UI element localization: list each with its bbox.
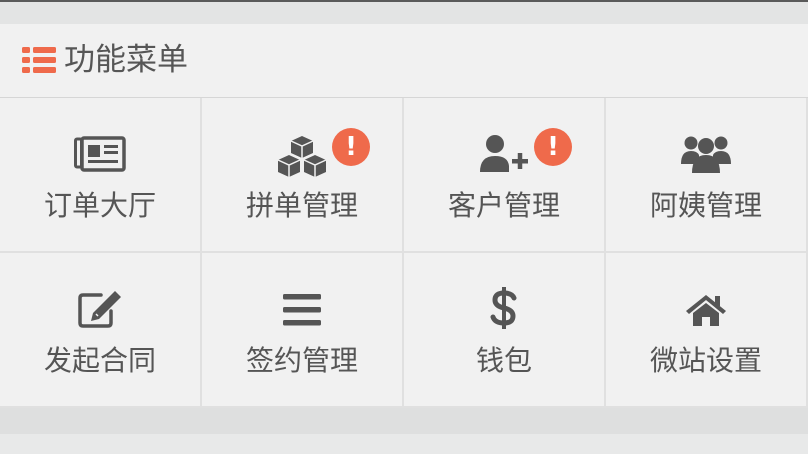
newspaper-icon xyxy=(74,136,126,172)
alert-badge: ! xyxy=(534,128,572,166)
list-icon xyxy=(22,47,56,73)
function-menu-header: 功能菜单 xyxy=(0,24,808,98)
bars-icon xyxy=(283,294,321,326)
menu-item-label: 客户管理 xyxy=(447,189,560,222)
home-icon xyxy=(686,295,726,326)
menu-item-signing-management[interactable]: 签约管理 xyxy=(202,253,404,408)
menu-item-customer-management[interactable]: ! 客户管理 xyxy=(404,98,606,253)
menu-item-microsite-settings[interactable]: 微站设置 xyxy=(606,253,808,408)
menu-item-label: 订单大厅 xyxy=(43,189,156,222)
user-plus-icon xyxy=(480,135,528,172)
menu-item-order-hall[interactable]: 订单大厅 xyxy=(0,98,202,253)
edit-icon xyxy=(78,291,121,328)
menu-item-wallet[interactable]: 钱包 xyxy=(404,253,606,408)
menu-item-nanny-management[interactable]: 阿姨管理 xyxy=(606,98,808,253)
menu-item-label: 钱包 xyxy=(475,344,532,377)
users-icon xyxy=(681,136,731,173)
menu-item-initiate-contract[interactable]: 发起合同 xyxy=(0,253,202,408)
menu-item-label: 阿姨管理 xyxy=(649,189,762,222)
alert-badge: ! xyxy=(332,128,370,166)
function-menu-grid: 订单大厅 ! 拼单管理 ! 客户管理 阿姨管理 发起合同 签约管理 钱包 微站设… xyxy=(0,98,808,408)
header-title: 功能菜单 xyxy=(64,42,188,78)
cubes-icon xyxy=(277,136,327,177)
menu-item-group-order[interactable]: ! 拼单管理 xyxy=(202,98,404,253)
bottom-divider xyxy=(0,408,808,434)
menu-item-label: 发起合同 xyxy=(43,344,156,377)
menu-item-label: 签约管理 xyxy=(245,344,358,377)
menu-item-label: 拼单管理 xyxy=(245,189,358,222)
menu-item-label: 微站设置 xyxy=(649,344,762,377)
top-band xyxy=(0,2,808,24)
bottom-band xyxy=(0,434,808,454)
dollar-icon xyxy=(490,287,517,329)
